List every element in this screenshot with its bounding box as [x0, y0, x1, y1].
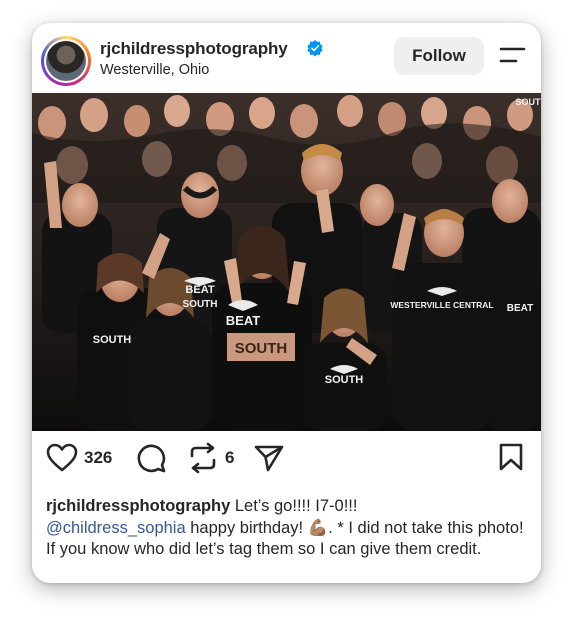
caption-text: happy birthday! [185, 518, 308, 537]
shirt-text: SOUTH [325, 374, 364, 386]
post-actions-bar: 326 6 [32, 431, 541, 491]
flexed-biceps-emoji: 💪🏽 [307, 518, 329, 537]
avatar-photo [46, 41, 86, 81]
comment-icon[interactable] [136, 443, 167, 473]
share-icon[interactable] [253, 443, 285, 473]
shirt-text: WESTERVILLE CENTRAL [390, 300, 493, 310]
shirt-text: BEAT [226, 313, 260, 328]
caption-username[interactable]: rjchildressphotography [46, 497, 230, 515]
shirt-text: BEAT [507, 303, 533, 314]
like-count[interactable]: 326 [84, 448, 112, 468]
shirt-text: SOUTH [235, 340, 288, 357]
shirt-text: SOUTH [183, 299, 218, 310]
post-username[interactable]: rjchildressphotography [100, 39, 288, 59]
verified-badge-icon [307, 39, 323, 57]
caption-mention-link[interactable]: @childress_sophia [46, 519, 186, 537]
shirt-text: SOUTH [93, 334, 132, 346]
post-caption: rjchildressphotography Let’s go!!!! I7-0… [46, 496, 531, 561]
menu-icon[interactable] [498, 45, 526, 65]
repost-icon[interactable] [188, 442, 218, 474]
repost-count[interactable]: 6 [225, 448, 234, 468]
post-photo[interactable]: BEAT SOUTH BEAT SOUTH WESTERVILLE CENTRA… [32, 93, 541, 431]
caption-text: Let’s go!!!! I7-0!!! [230, 497, 358, 515]
instagram-post-card: rjchildressphotography Westerville, Ohio… [32, 23, 541, 583]
profile-avatar[interactable] [41, 36, 91, 86]
bookmark-icon[interactable] [498, 442, 524, 472]
follow-button[interactable]: Follow [394, 37, 484, 75]
shirt-text: SOUT [515, 97, 541, 107]
post-header: rjchildressphotography Westerville, Ohio… [32, 23, 541, 93]
heart-icon[interactable] [46, 443, 78, 473]
post-location[interactable]: Westerville, Ohio [100, 62, 209, 78]
